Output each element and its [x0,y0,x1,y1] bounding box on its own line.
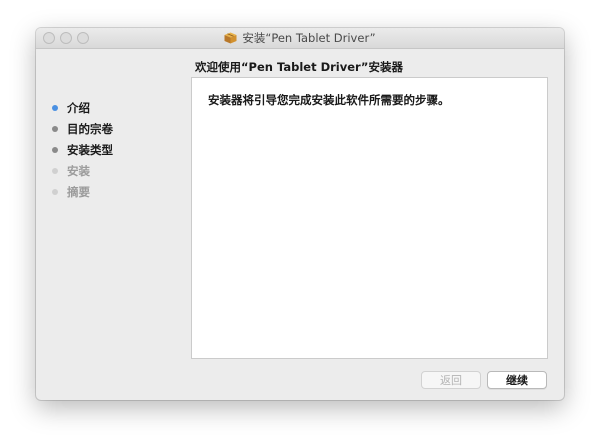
intro-text: 安装器将引导您完成安装此软件所需要的步骤。 [208,93,450,107]
back-button[interactable]: 返回 [421,371,481,389]
step-label: 安装 [67,163,90,178]
step-indicator-dot [52,188,58,195]
step-list: 介绍 目的宗卷 安装类型 安装 摘要 [52,97,113,202]
step-indicator-dot [52,125,58,132]
step-label: 目的宗卷 [67,121,113,136]
window-title: 安装“Pen Tablet Driver” [242,31,376,45]
window-title-group: 安装“Pen Tablet Driver” [36,28,564,48]
welcome-heading: 欢迎使用“Pen Tablet Driver”安装器 [195,60,403,74]
step-item-summary: 摘要 [52,181,113,202]
step-label: 介绍 [67,100,90,115]
step-label: 摘要 [67,184,90,199]
title-bar[interactable]: 安装“Pen Tablet Driver” [36,28,564,49]
step-item-destination: 目的宗卷 [52,118,113,139]
step-item-introduction: 介绍 [52,97,113,118]
step-indicator-dot [52,104,58,111]
step-indicator-dot [52,167,58,174]
content-panel: 安装器将引导您完成安装此软件所需要的步骤。 [191,77,548,359]
step-indicator-dot [52,146,58,153]
step-item-install-type: 安装类型 [52,139,113,160]
step-item-install: 安装 [52,160,113,181]
continue-button[interactable]: 继续 [487,371,547,389]
package-icon [224,32,237,44]
installer-window: 安装“Pen Tablet Driver” 欢迎使用“Pen Tablet Dr… [36,28,564,400]
step-label: 安装类型 [67,142,113,157]
